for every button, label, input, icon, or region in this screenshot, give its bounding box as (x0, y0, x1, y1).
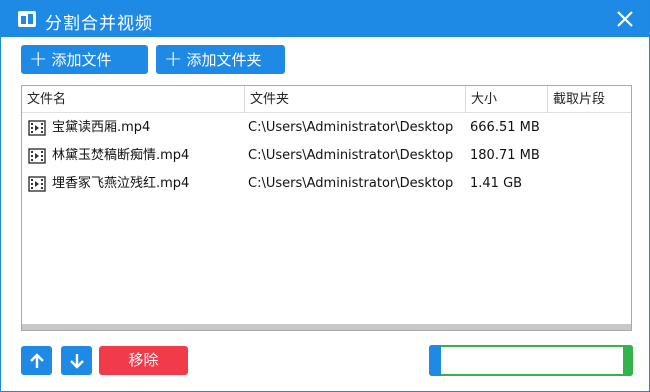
video-file-icon (28, 176, 46, 192)
close-button[interactable] (613, 7, 637, 31)
table-row[interactable]: 宝黛读西厢.mp4 C:\Users\Administrator\Desktop… (22, 114, 631, 142)
video-file-icon (28, 148, 46, 164)
window-title: 分割合并视频 (45, 14, 153, 34)
folder-cell: C:\Users\Administrator\Desktop (248, 120, 454, 135)
clip-cell[interactable] (552, 170, 631, 198)
column-header-clip[interactable]: 截取片段 (548, 86, 631, 113)
plus-icon: + (164, 46, 183, 72)
video-file-icon (28, 120, 46, 136)
table-row[interactable]: 埋香冢飞燕泣残红.mp4 C:\Users\Administrator\Desk… (22, 170, 631, 198)
folder-cell: C:\Users\Administrator\Desktop (248, 148, 454, 163)
horizontal-scrollbar[interactable] (22, 324, 631, 330)
add-folder-label: 添加文件夹 (186, 51, 262, 69)
filename-text: 埋香冢飞燕泣残红.mp4 (52, 176, 190, 191)
app-logo-icon (18, 11, 36, 27)
arrow-up-icon (29, 352, 44, 368)
filename-cell: 林黛玉焚稿断痴情.mp4 (28, 142, 248, 170)
filename-text: 宝黛读西厢.mp4 (52, 120, 151, 135)
file-table: 文件名 文件夹 大小 截取片段 宝黛读西厢.mp4 C:\Users\Admin… (21, 85, 632, 331)
remove-button[interactable]: 移除 (99, 346, 188, 375)
column-header-folder[interactable]: 文件夹 (245, 86, 466, 113)
add-file-label: 添加文件 (51, 51, 112, 69)
column-header-filename[interactable]: 文件名 (22, 86, 245, 113)
table-header: 文件名 文件夹 大小 截取片段 (22, 86, 631, 113)
size-cell: 1.41 GB (470, 176, 523, 191)
start-button[interactable] (429, 345, 633, 376)
plus-icon: + (29, 46, 48, 72)
arrow-down-icon (69, 353, 84, 369)
title-bar: 分割合并视频 (1, 1, 649, 37)
move-down-button[interactable] (61, 346, 92, 375)
clip-cell[interactable] (552, 114, 631, 142)
filename-cell: 宝黛读西厢.mp4 (28, 114, 248, 142)
size-cell: 180.71 MB (470, 148, 540, 163)
add-file-button[interactable]: + 添加文件 (21, 45, 148, 74)
column-header-size[interactable]: 大小 (466, 86, 548, 113)
size-cell: 666.51 MB (470, 120, 540, 135)
add-folder-button[interactable]: + 添加文件夹 (156, 45, 285, 74)
move-up-button[interactable] (21, 346, 52, 375)
main-window: 分割合并视频 + 添加文件 + 添加文件夹 文件名 文件夹 大小 截取片段 宝黛… (0, 0, 650, 392)
filename-text: 林黛玉焚稿断痴情.mp4 (52, 148, 190, 163)
table-row[interactable]: 林黛玉焚稿断痴情.mp4 C:\Users\Administrator\Desk… (22, 142, 631, 170)
folder-cell: C:\Users\Administrator\Desktop (248, 176, 454, 191)
filename-cell: 埋香冢飞燕泣残红.mp4 (28, 170, 248, 198)
clip-cell[interactable] (552, 142, 631, 170)
close-icon (617, 11, 633, 27)
